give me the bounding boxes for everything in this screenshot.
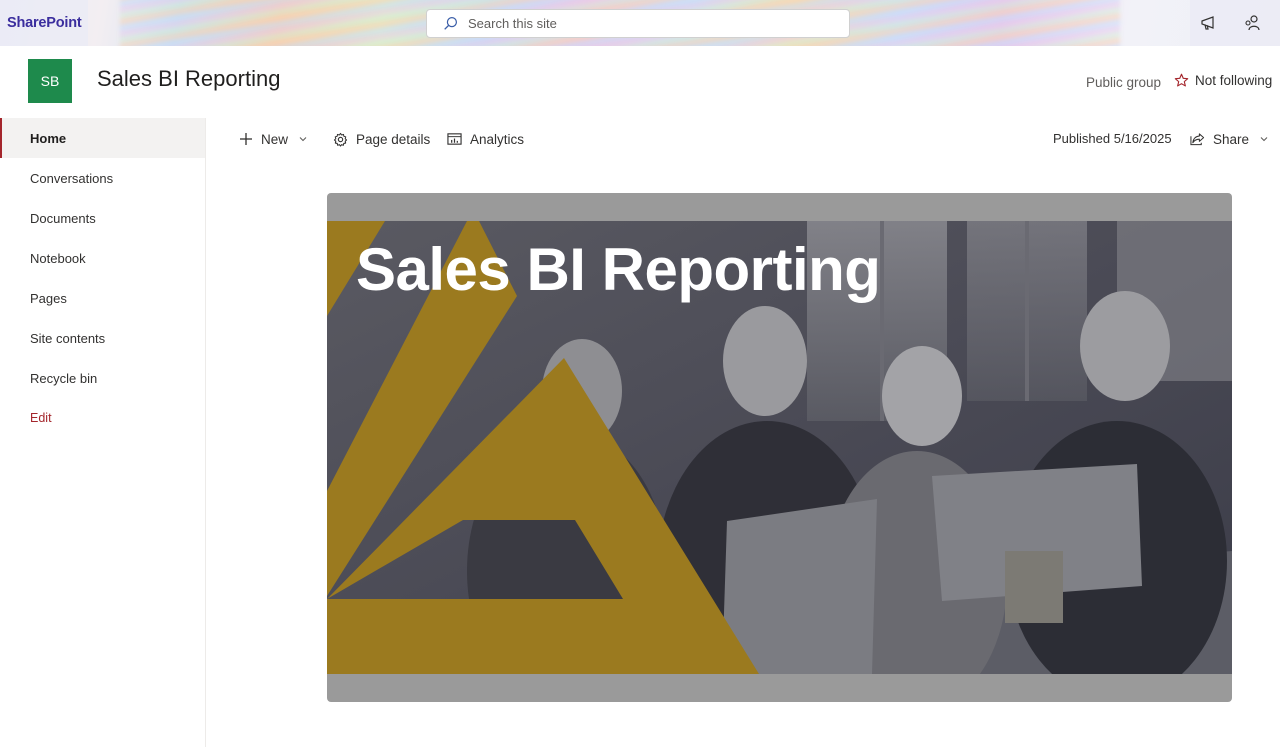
- settings-people-icon[interactable]: [1243, 14, 1261, 32]
- new-label: New: [261, 131, 289, 147]
- nav-item-label: Documents: [30, 210, 96, 226]
- site-title[interactable]: Sales BI Reporting: [97, 66, 280, 92]
- analytics-label: Analytics: [470, 131, 525, 147]
- page-details-button[interactable]: Page details: [333, 128, 430, 150]
- nav-item-recycle-bin[interactable]: Recycle bin: [0, 358, 205, 398]
- nav-item-label: Pages: [30, 290, 67, 306]
- group-type-label: Public group: [1086, 75, 1162, 90]
- follow-label: Not following: [1195, 73, 1273, 88]
- page-details-label: Page details: [356, 131, 431, 147]
- nav-item-site-contents[interactable]: Site contents: [0, 318, 205, 358]
- nav-item-label: Conversations: [30, 170, 114, 186]
- share-button[interactable]: Share: [1190, 128, 1269, 150]
- published-date: Published 5/16/2025: [1053, 131, 1172, 146]
- hero-banner[interactable]: Sales BI Reporting: [327, 193, 1232, 702]
- nav-item-label: Recycle bin: [30, 370, 98, 386]
- nav-item-home[interactable]: Home: [0, 118, 205, 158]
- new-button[interactable]: New: [239, 128, 308, 150]
- follow-button[interactable]: Not following: [1174, 73, 1272, 88]
- nav-item-label: Notebook: [30, 250, 86, 266]
- search-box[interactable]: [426, 9, 850, 38]
- nav-item-label: Home: [30, 130, 67, 146]
- left-navigation: Home Conversations Documents Notebook Pa…: [0, 118, 206, 747]
- hero-title: Sales BI Reporting: [356, 236, 881, 303]
- sharepoint-brand-link[interactable]: SharePoint: [7, 15, 82, 31]
- nav-edit-link[interactable]: Edit: [0, 398, 205, 438]
- nav-item-pages[interactable]: Pages: [0, 278, 205, 318]
- chevron-down-icon: [299, 137, 307, 142]
- analytics-button[interactable]: Analytics: [447, 128, 524, 150]
- gear-icon: [333, 132, 348, 147]
- plus-icon: [240, 133, 252, 145]
- share-icon: [1190, 133, 1205, 146]
- star-icon: [1174, 73, 1189, 87]
- nav-edit-label: Edit: [30, 411, 52, 425]
- nav-item-documents[interactable]: Documents: [0, 198, 205, 238]
- nav-item-label: Site contents: [30, 330, 106, 346]
- announcement-icon[interactable]: [1200, 14, 1218, 32]
- suite-bar: SharePoint: [0, 0, 1280, 46]
- share-label: Share: [1213, 131, 1250, 147]
- nav-item-notebook[interactable]: Notebook: [0, 238, 205, 278]
- analytics-icon: [447, 133, 462, 145]
- nav-item-conversations[interactable]: Conversations: [0, 158, 205, 198]
- site-logo[interactable]: SB: [28, 59, 72, 103]
- chevron-down-icon: [1260, 137, 1268, 142]
- search-input[interactable]: [468, 16, 828, 31]
- search-icon: [444, 16, 458, 30]
